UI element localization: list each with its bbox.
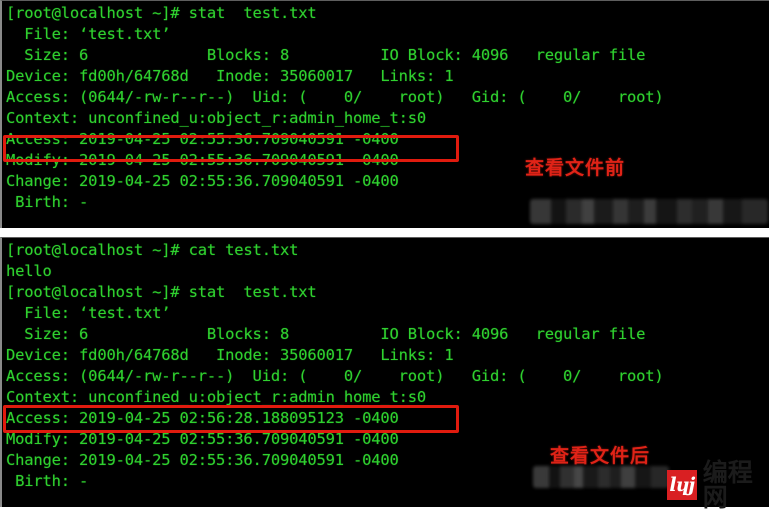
terminal-line: Size: 6 Blocks: 8 IO Block: 4096 regular… [6,325,646,343]
watermark-logo: lɥj 编程网 [667,460,777,510]
terminal-line: Modify: 2019-04-25 02:55:36.709040591 -0… [6,430,399,448]
terminal-line: Device: fd00h/64768d Inode: 35060017 Lin… [6,346,454,364]
watermark-mark-icon: lɥj [667,470,697,500]
blurred-redaction-bar-before [530,199,768,224]
terminal-line: Context: unconfined_u:object_r:admin_hom… [6,388,427,406]
annotation-before-label: 查看文件前 [525,157,626,179]
terminal-line: Change: 2019-04-25 02:55:36.709040591 -0… [6,172,399,190]
terminal-line: Context: unconfined_u:object_r:admin_hom… [6,109,427,127]
terminal-line: [root@localhost ~]# cat test.txt [6,241,299,259]
terminal-line: Size: 6 Blocks: 8 IO Block: 4096 regular… [6,46,646,64]
terminal-line: hello [6,262,52,280]
screenshot-root: [root@localhost ~]# stat test.txt File: … [0,0,777,510]
terminal-line: [root@localhost ~]# stat test.txt [6,283,317,301]
watermark-wordmark: 编程网 [702,458,753,512]
terminal-line: [root@localhost ~]# stat test.txt [6,4,317,22]
terminal-panel-before[interactable]: [root@localhost ~]# stat test.txt File: … [0,0,769,228]
annotation-after-label: 查看文件后 [550,445,651,467]
terminal-line-access-highlighted: Access: 2019-04-25 02:55:36.709040591 -0… [6,130,399,148]
terminal-line-access-highlighted: Access: 2019-04-25 02:56:28.188095123 -0… [6,409,399,427]
terminal-output-after: [root@localhost ~]# cat test.txt hello [… [2,238,769,492]
terminal-line: Access: (0644/-rw-r--r--) Uid: ( 0/ root… [6,88,664,106]
terminal-line: File: ‘test.txt’ [6,304,171,322]
terminal-line: File: ‘test.txt’ [6,25,171,43]
terminal-output-before: [root@localhost ~]# stat test.txt File: … [2,1,769,213]
terminal-line: Modify: 2019-04-25 02:55:36.709040591 -0… [6,151,399,169]
terminal-line: Device: fd00h/64768d Inode: 35060017 Lin… [6,67,454,85]
terminal-line: Access: (0644/-rw-r--r--) Uid: ( 0/ root… [6,367,664,385]
blurred-redaction-bar-after [533,466,669,488]
